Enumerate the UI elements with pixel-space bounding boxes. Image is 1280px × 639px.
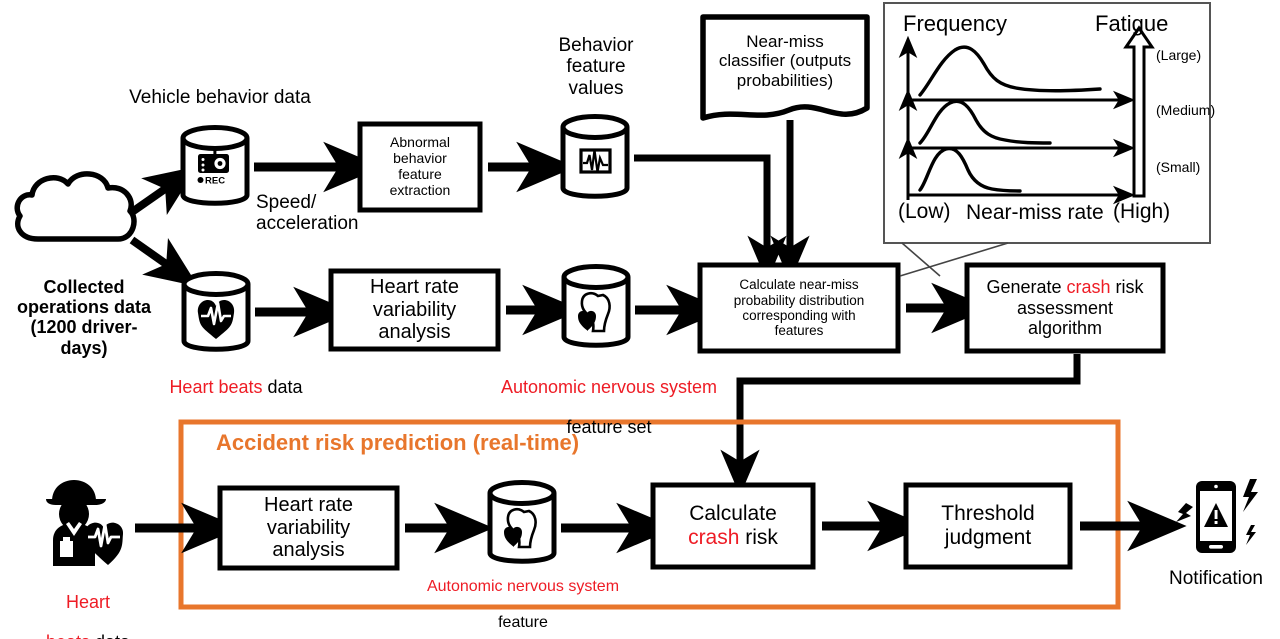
autonomic-feature-set-database-icon (561, 264, 631, 348)
box-heart-rate-variability-analysis-top[interactable] (328, 268, 501, 352)
chart-tick-medium: (Medium) (1156, 102, 1216, 118)
heart-beats-red-top: Heart beats (169, 377, 263, 398)
chart-xlabel-near-miss-rate: Near-miss rate (966, 201, 1104, 224)
arrow-cloud-to-vehicle-db (129, 166, 198, 216)
label-speed-acceleration: Speed/ acceleration (256, 192, 359, 235)
chart-tick-small: (Small) (1156, 159, 1201, 175)
data-black-bottom: data (90, 632, 130, 639)
near-miss-classifier-document[interactable] (700, 14, 870, 121)
label-autonomic-feature-set: Autonomic nervous system feature set (452, 357, 766, 438)
cloud-icon (14, 171, 137, 242)
chart-xtick-low: (Low) (898, 200, 951, 223)
diagram-canvas: REC Vehicle behavior data Collected oper… (0, 0, 1280, 639)
label-notification: Notification (1169, 568, 1263, 589)
inset-chart-panel (883, 2, 1211, 277)
driver-with-heartbeat-icon (46, 480, 124, 566)
orange-frame-title: Accident risk prediction (real-time) (216, 430, 580, 455)
heart-beats-black-top: data (262, 377, 303, 398)
label-heart-beats-data-bottom: Heart beats data (8, 572, 168, 639)
collected-operations-data-text: Collected operations data (1200 driver- … (16, 277, 152, 358)
autonomic-feature-red: Autonomic nervous system (426, 577, 620, 595)
box-threshold-judgment[interactable] (903, 482, 1073, 570)
autonomic-feature-black: feature (498, 613, 548, 631)
svg-text:REC: REC (205, 176, 225, 187)
heart-red-bottom: Heart (65, 592, 110, 613)
label-vehicle-behavior-data: Vehicle behavior data (129, 87, 311, 108)
connector-behavior-db-to-calculate-near-miss (634, 154, 787, 282)
box-calculate-near-miss-probability[interactable] (697, 262, 901, 354)
chart-right-axis-label-fatigue: Fatigue (1095, 11, 1169, 36)
behavior-feature-values-database-icon (560, 114, 630, 199)
label-heart-beats-data-top: Heart beats data (126, 357, 346, 397)
label-collected-operations-data: Collected operations data (1200 driver- … (0, 257, 168, 358)
label-behavior-feature-values: Behavior feature values (558, 35, 634, 99)
box-heart-rate-variability-analysis-bottom[interactable] (217, 485, 400, 571)
box-generate-crash-risk-assessment-algorithm[interactable] (964, 262, 1166, 354)
box-calculate-crash-risk[interactable] (650, 482, 816, 570)
label-autonomic-feature-bottom: Autonomic nervous system feature (382, 560, 664, 632)
beats-red-bottom: beats (46, 632, 90, 639)
vehicle-behavior-database-icon: REC (180, 125, 250, 206)
heart-beats-database-icon (181, 271, 251, 352)
chart-tick-large: (Large) (1156, 47, 1202, 63)
chart-xtick-high: (High) (1113, 200, 1171, 223)
autonomic-feature-database-icon-bottom (487, 480, 557, 564)
notification-phone-icon (1176, 479, 1258, 553)
chart-ylabel-frequency: Frequency (903, 11, 1007, 36)
autonomic-feature-set-red: Autonomic nervous system (500, 377, 718, 398)
